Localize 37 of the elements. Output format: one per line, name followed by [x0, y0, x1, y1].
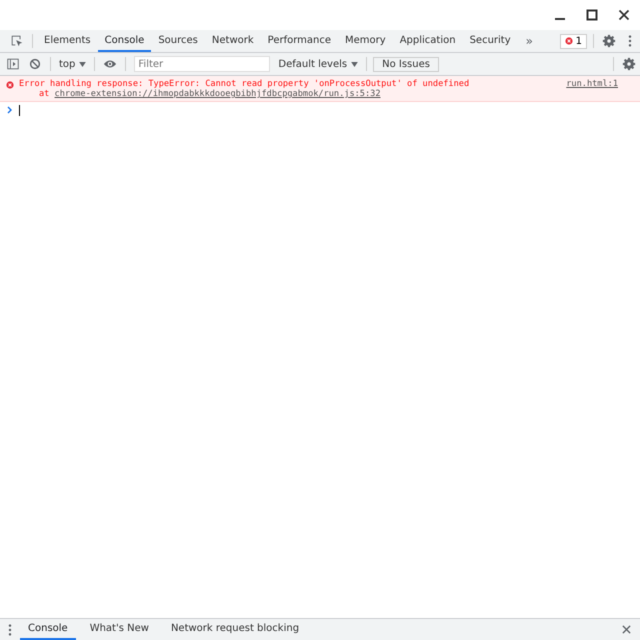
sidebar-toggle-icon[interactable]: [6, 57, 20, 71]
settings-icon[interactable]: [602, 34, 616, 48]
drawer-tab[interactable]: What's New: [82, 619, 157, 640]
error-count-badge[interactable]: 1: [560, 34, 587, 48]
source-link[interactable]: run.html:1: [566, 79, 618, 89]
filter-field[interactable]: Filter: [134, 56, 270, 72]
drawer-tab[interactable]: Console: [20, 619, 76, 640]
panel-tab[interactable]: Elements: [37, 30, 98, 52]
close-icon[interactable]: [618, 9, 630, 21]
log-levels-dropdown[interactable]: Default levels: [274, 58, 362, 70]
panel-tab[interactable]: Security: [462, 30, 518, 52]
caret-icon: [79, 62, 86, 66]
stack-prefix: at: [39, 89, 50, 99]
stack-link[interactable]: chrome-extension://ihmopdabkkkdooegbibhjfdbcpgabmok/run.js:5:32: [54, 89, 381, 99]
caret-icon: [351, 62, 358, 66]
clear-console-icon[interactable]: [28, 57, 42, 71]
prompt-chevron-icon: [7, 106, 13, 114]
inspect-element-icon[interactable]: [10, 34, 24, 48]
panel-tab[interactable]: Network: [204, 30, 261, 52]
more-tabs-button[interactable]: »: [518, 34, 541, 48]
drawer-tab[interactable]: Network request blocking: [162, 619, 308, 640]
settings-icon[interactable]: [622, 57, 636, 71]
more-options-icon[interactable]: [628, 34, 632, 48]
error-text: Error handling response: TypeError: Cannot read property 'onProcessOutput' of undefined: [19, 79, 470, 89]
panel-tab[interactable]: Memory: [338, 30, 393, 52]
context-dropdown[interactable]: top: [55, 58, 90, 70]
text-cursor: [19, 104, 20, 116]
error-icon: [564, 37, 573, 45]
panel-tab[interactable]: Application: [392, 30, 463, 52]
more-options-icon[interactable]: [8, 622, 12, 636]
panel-tab[interactable]: Sources: [151, 30, 205, 52]
issues-button[interactable]: No Issues: [373, 56, 439, 72]
close-icon[interactable]: [622, 625, 631, 634]
error-count: 1: [576, 36, 582, 46]
panel-tab[interactable]: Performance: [260, 30, 338, 52]
maximize-icon[interactable]: [586, 9, 598, 21]
error-icon: [6, 81, 14, 89]
